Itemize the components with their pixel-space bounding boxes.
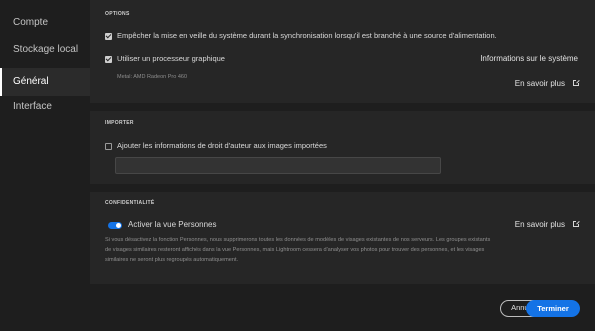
copyright-input[interactable] — [115, 157, 441, 174]
external-link-icon — [573, 79, 580, 86]
use-gpu-label: Utiliser un processeur graphique — [117, 54, 225, 63]
options-title: OPTIONS — [105, 11, 130, 17]
preferences-content: OPTIONS Empêcher la mise en veille du sy… — [90, 0, 595, 331]
sidebar-item-interface[interactable]: Interface — [0, 93, 90, 121]
done-button[interactable]: Terminer — [526, 300, 580, 317]
external-link-icon — [573, 220, 580, 227]
import-section: IMPORTER Ajouter les informations de dro… — [90, 111, 595, 184]
options-section: OPTIONS Empêcher la mise en veille du sy… — [90, 0, 595, 103]
privacy-title: CONFIDENTIALITÉ — [105, 200, 155, 206]
prevent-sleep-checkbox[interactable] — [105, 33, 112, 40]
people-view-label: Activer la vue Personnes — [128, 220, 217, 229]
options-learn-more-label: En savoir plus — [514, 79, 565, 88]
people-description: Si vous désactivez la fonction Personnes… — [105, 237, 491, 264]
sidebar-item-account[interactable]: Compte — [0, 9, 90, 37]
sidebar-item-general[interactable]: Général — [0, 68, 90, 96]
import-title: IMPORTER — [105, 120, 134, 126]
copyright-checkbox[interactable] — [105, 143, 112, 150]
preferences-sidebar: Compte Stockage local Général Interface — [0, 0, 90, 331]
prevent-sleep-label: Empêcher la mise en veille du système du… — [117, 31, 497, 40]
sidebar-item-local-storage[interactable]: Stockage local — [0, 36, 90, 64]
system-info-link[interactable]: Informations sur le système — [480, 54, 578, 63]
privacy-section: CONFIDENTIALITÉ Activer la vue Personnes… — [90, 192, 595, 284]
people-view-toggle[interactable] — [108, 222, 122, 229]
options-learn-more-link[interactable]: En savoir plus — [514, 79, 580, 88]
use-gpu-checkbox[interactable] — [105, 56, 112, 63]
privacy-learn-more-link[interactable]: En savoir plus — [514, 220, 580, 229]
toggle-knob — [116, 223, 121, 228]
gpu-info-text: Metal: AMD Radeon Pro 460 — [117, 74, 188, 80]
copyright-label: Ajouter les informations de droit d'aute… — [117, 141, 327, 150]
privacy-learn-more-label: En savoir plus — [514, 220, 565, 229]
